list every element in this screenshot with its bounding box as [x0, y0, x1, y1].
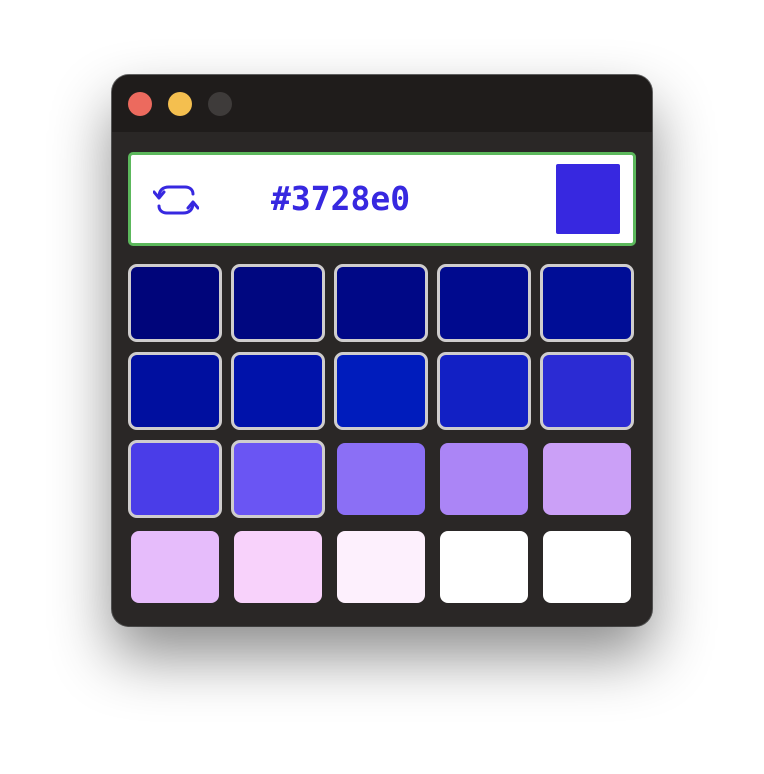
color-preview-swatch: [556, 164, 620, 234]
close-button[interactable]: [128, 92, 152, 116]
refresh-icon[interactable]: [152, 181, 200, 219]
color-swatch-r3-c1[interactable]: [128, 440, 222, 518]
color-swatch-r4-c4[interactable]: [440, 531, 528, 603]
refresh-icon-graphic: [152, 185, 200, 215]
color-swatch-r2-c4[interactable]: [437, 352, 531, 430]
color-swatch-r4-c1[interactable]: [131, 531, 219, 603]
color-swatch-r1-c5[interactable]: [540, 264, 634, 342]
color-swatch-r1-c4[interactable]: [437, 264, 531, 342]
hex-input-bar: #3728e0: [128, 152, 636, 246]
color-swatch-r1-c2[interactable]: [231, 264, 325, 342]
color-swatch-r3-c3[interactable]: [337, 443, 425, 515]
hex-value-text[interactable]: #3728e0: [271, 179, 410, 219]
title-bar[interactable]: [112, 75, 652, 132]
color-swatch-r3-c2[interactable]: [231, 440, 325, 518]
color-swatch-r4-c2[interactable]: [234, 531, 322, 603]
color-swatch-r2-c3[interactable]: [334, 352, 428, 430]
minimize-button[interactable]: [168, 92, 192, 116]
color-swatch-r2-c5[interactable]: [540, 352, 634, 430]
color-swatch-r4-c5[interactable]: [543, 531, 631, 603]
maximize-button[interactable]: [208, 92, 232, 116]
color-swatch-r1-c3[interactable]: [334, 264, 428, 342]
color-swatch-r2-c2[interactable]: [231, 352, 325, 430]
color-swatch-r2-c1[interactable]: [128, 352, 222, 430]
color-picker-window: #3728e0: [112, 75, 652, 626]
color-swatch-r3-c4[interactable]: [440, 443, 528, 515]
color-swatch-r3-c5[interactable]: [543, 443, 631, 515]
color-swatch-r4-c3[interactable]: [337, 531, 425, 603]
color-swatch-r1-c1[interactable]: [128, 264, 222, 342]
